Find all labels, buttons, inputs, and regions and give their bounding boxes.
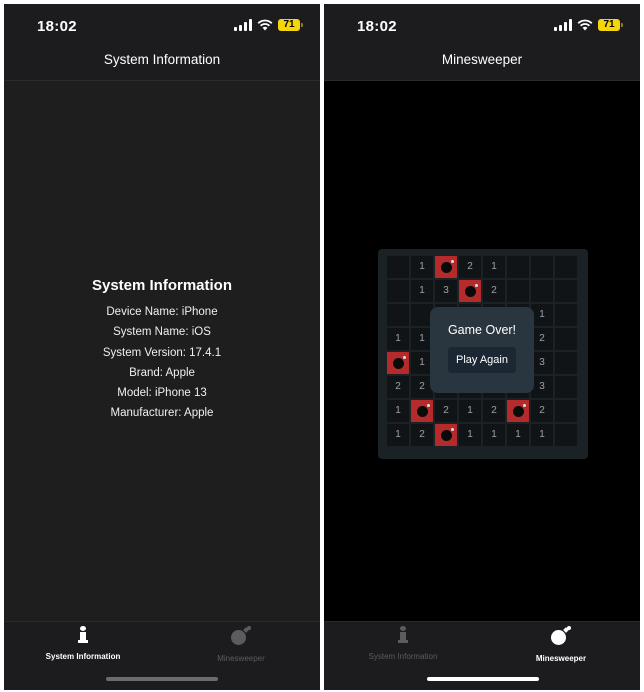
board-cell[interactable] — [554, 255, 578, 279]
bomb-icon — [441, 260, 454, 273]
board-cell[interactable] — [506, 279, 530, 303]
phone-screen-system-info: 18:02 71 System Information System Infor… — [4, 4, 320, 690]
bomb-icon — [513, 404, 526, 417]
home-indicator — [427, 677, 539, 681]
battery-icon: 71 — [598, 19, 623, 31]
bomb-icon — [230, 626, 252, 646]
tab-system-information[interactable]: System Information — [324, 626, 482, 661]
mine-cell[interactable] — [434, 423, 458, 447]
bomb-icon — [465, 284, 478, 297]
device-name-line: Device Name: iPhone — [106, 306, 218, 318]
battery-icon: 71 — [278, 19, 303, 31]
board-cell[interactable] — [554, 423, 578, 447]
board-cell[interactable] — [554, 327, 578, 351]
status-time: 18:02 — [37, 18, 77, 35]
board-cell[interactable]: 2 — [410, 423, 434, 447]
board-cell[interactable]: 1 — [458, 423, 482, 447]
board-cell[interactable]: 1 — [386, 399, 410, 423]
board-cell[interactable]: 1 — [386, 423, 410, 447]
status-bar: 18:02 71 — [324, 4, 640, 48]
board-cell[interactable]: 2 — [386, 375, 410, 399]
board-cell[interactable]: 1 — [506, 423, 530, 447]
board-cell[interactable]: 2 — [458, 255, 482, 279]
board-cell[interactable] — [386, 303, 410, 327]
play-again-button[interactable]: Play Again — [448, 347, 516, 373]
nav-title: Minesweeper — [441, 52, 523, 67]
board-cell[interactable]: 1 — [458, 399, 482, 423]
board-cell[interactable]: 2 — [482, 399, 506, 423]
board-cell[interactable] — [554, 279, 578, 303]
nav-bar: Minesweeper — [324, 48, 640, 81]
nav-title: System Information — [103, 52, 221, 67]
mine-cell[interactable] — [434, 255, 458, 279]
signal-icon — [554, 19, 572, 31]
status-time: 18:02 — [357, 18, 397, 35]
board-cell[interactable]: 1 — [386, 327, 410, 351]
bomb-icon — [550, 626, 572, 646]
info-icon — [396, 626, 410, 644]
board-cell[interactable]: 1 — [530, 423, 554, 447]
board-cell[interactable] — [554, 351, 578, 375]
bomb-icon — [393, 356, 406, 369]
status-icons: 71 — [554, 18, 623, 32]
system-name-line: System Name: iOS — [113, 326, 211, 339]
brand-line: Brand: Apple — [129, 366, 195, 379]
info-block: System Information Device Name: iPhone S… — [4, 277, 320, 424]
wifi-icon — [257, 19, 273, 31]
status-icons: 71 — [234, 18, 303, 32]
tab-minesweeper[interactable]: Minesweeper — [162, 626, 320, 663]
board-cell[interactable]: 3 — [434, 279, 458, 303]
board-cell[interactable]: 1 — [482, 255, 506, 279]
board-cell[interactable] — [506, 255, 530, 279]
system-version-line: System Version: 17.4.1 — [102, 346, 222, 359]
board-cell[interactable] — [530, 255, 554, 279]
board-cell[interactable]: 1 — [482, 423, 506, 447]
mine-cell[interactable] — [410, 399, 434, 423]
bomb-icon — [417, 404, 430, 417]
nav-bar: System Information — [4, 48, 320, 81]
board-cell[interactable] — [554, 303, 578, 327]
board-cell[interactable]: 1 — [410, 255, 434, 279]
info-icon — [76, 626, 90, 644]
status-bar: 18:02 71 — [4, 4, 320, 48]
board-cell[interactable] — [554, 375, 578, 399]
board-cell[interactable]: 2 — [434, 399, 458, 423]
board-cell[interactable]: 2 — [530, 399, 554, 423]
board-cell[interactable] — [554, 399, 578, 423]
tab-label: Minesweeper — [217, 654, 265, 663]
tab-system-information[interactable]: System Information — [4, 626, 162, 661]
manufacturer-line: Manufacturer: Apple — [110, 407, 214, 420]
signal-icon — [234, 19, 252, 31]
tab-minesweeper[interactable]: Minesweeper — [482, 626, 640, 663]
dialog-title: Game Over! — [447, 323, 517, 337]
board-cell[interactable]: 2 — [482, 279, 506, 303]
board-cell[interactable] — [530, 279, 554, 303]
bomb-icon — [441, 428, 454, 441]
tab-label: Minesweeper — [535, 654, 587, 663]
tab-label: System Information — [368, 652, 438, 661]
minesweeper-content: 12113211121322312122121111 Game Over! Pl… — [324, 81, 640, 621]
home-indicator — [106, 677, 218, 681]
board-cell[interactable]: 1 — [410, 279, 434, 303]
system-info-content: System Information Device Name: iPhone S… — [4, 81, 320, 621]
game-over-dialog: Game Over! Play Again — [430, 307, 534, 393]
info-title: System Information — [91, 277, 233, 294]
model-line: Model: iPhone 13 — [117, 387, 207, 400]
wifi-icon — [577, 19, 593, 31]
board-cell[interactable] — [386, 255, 410, 279]
tab-label: System Information — [45, 652, 121, 661]
mine-cell[interactable] — [386, 351, 410, 375]
mine-cell[interactable] — [458, 279, 482, 303]
board-cell[interactable] — [386, 279, 410, 303]
phone-screen-minesweeper: 18:02 71 Minesweeper 1211321112132231212… — [324, 4, 640, 690]
mine-cell[interactable] — [506, 399, 530, 423]
